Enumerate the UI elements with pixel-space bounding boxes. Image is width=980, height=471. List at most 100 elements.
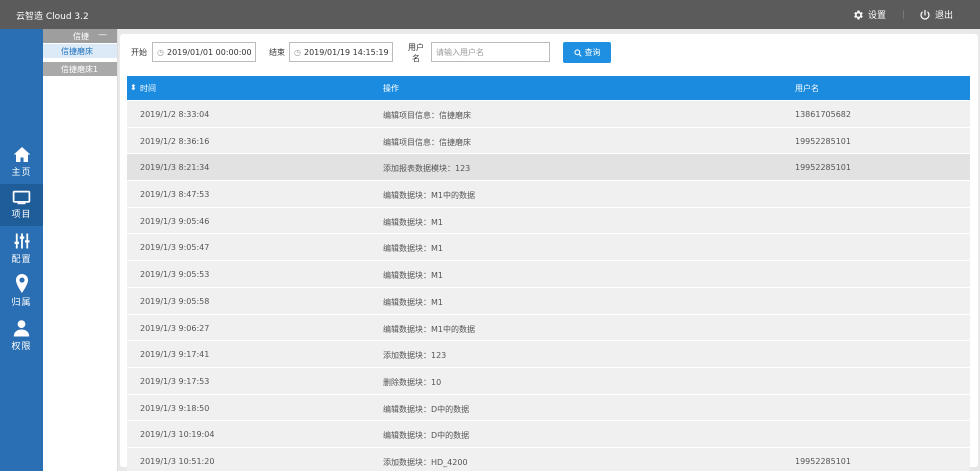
- query-button[interactable]: 查询: [563, 42, 611, 63]
- cell-time: 2019/1/3 10:19:04: [140, 430, 215, 440]
- table-row[interactable]: 2019/1/3 10:51:20 添加数据块：HD_4200 1995228510…: [127, 447, 970, 471]
- cell-op: 编辑数据块：M1中的数据: [383, 191, 475, 201]
- logout-label: 退出: [935, 11, 954, 21]
- table-row[interactable]: 2019/1/2 8:33:04 编辑项目信息：信捷磨床 13861705682: [127, 101, 970, 127]
- cell-time: 2019/1/3 9:18:50: [140, 403, 210, 413]
- cell-op: 编辑数据块：M1: [383, 217, 443, 227]
- nav-item-project[interactable]: 项目: [0, 184, 43, 226]
- cell-op: 编辑项目信息：信捷磨床: [383, 111, 471, 120]
- nav-item-permission[interactable]: 权限: [0, 314, 43, 356]
- cell-time: 2019/1/3 8:21:34: [140, 163, 210, 173]
- cell-op: 编辑数据块：M1: [383, 244, 443, 254]
- nav-label: 归属: [11, 298, 32, 308]
- nav-item-config[interactable]: 配置: [0, 227, 43, 269]
- cell-op: 删除数据块：10: [383, 377, 442, 387]
- submenu-item[interactable]: 信捷磨床: [43, 44, 117, 58]
- search-icon: [573, 48, 582, 57]
- app-title: 云智造 Cloud 3.2: [16, 12, 89, 22]
- start-date-field[interactable]: ◷ 2019/01/01 00:00:00: [152, 42, 256, 62]
- table-body: 2019/1/2 8:33:04 编辑项目信息：信捷磨床 13861705682 20…: [127, 101, 970, 471]
- end-date-value: 2019/01/19 14:15:19: [303, 47, 389, 57]
- cell-op: 编辑数据块：M1: [383, 271, 443, 281]
- header-op[interactable]: 操作: [383, 83, 399, 94]
- table-row[interactable]: 2019/1/3 9:05:58 编辑数据块：M1: [127, 287, 970, 314]
- nav-label: 配置: [11, 254, 32, 265]
- nav-item-belong[interactable]: 归属: [0, 270, 43, 312]
- cell-op: 添加数据块：123: [383, 351, 447, 361]
- submenu-header[interactable]: 信捷 —: [43, 29, 117, 43]
- logout-button[interactable]: 退出: [919, 8, 953, 21]
- cell-time: 2019/1/3 9:05:58: [140, 296, 210, 306]
- main-panel: 开始 ◷ 2019/01/01 00:00:00 结束 ◷ 2019/01/19…: [120, 34, 978, 471]
- table-row[interactable]: 2019/1/3 10:19:04 编辑数据块：D中的数据: [127, 421, 970, 447]
- cell-time: 2019/1/2 8:36:16: [140, 136, 210, 146]
- cell-user: 19952285101: [795, 136, 851, 146]
- top-bar: 云智造 Cloud 3.2 设置 退出: [0, 0, 980, 29]
- username-input[interactable]: [436, 47, 549, 57]
- end-label: 结束: [269, 48, 285, 57]
- sort-icon[interactable]: ⬍: [130, 83, 137, 92]
- collapse-icon[interactable]: —: [98, 30, 107, 40]
- table-row[interactable]: 2019/1/3 8:21:34 添加报表数据模块：123 19952285101: [127, 154, 970, 181]
- table-row[interactable]: 2019/1/3 9:05:53 编辑数据块：M1: [127, 261, 970, 287]
- nav-item-home[interactable]: 主页: [0, 141, 43, 183]
- log-table: ⬍ 时间 操作 用户名 2019/1/2 8:33:04 编辑项目信息：信捷磨床 1…: [127, 76, 970, 471]
- settings-label: 设置: [868, 11, 887, 21]
- sliders-icon: [14, 233, 29, 248]
- submenu-header-label: 信捷: [73, 31, 89, 41]
- cell-time: 2019/1/3 8:47:53: [140, 190, 210, 200]
- nav-label: 权限: [11, 341, 32, 352]
- table-row[interactable]: 2019/1/3 9:06:27 编辑数据块：M1中的数据: [127, 314, 970, 341]
- cell-time: 2019/1/3 9:17:53: [140, 376, 210, 386]
- cell-op: 添加报表数据模块：123: [383, 164, 471, 174]
- cell-time: 2019/1/3 9:17:41: [140, 350, 210, 360]
- cell-time: 2019/1/3 9:06:27: [140, 323, 210, 333]
- monitor-icon: [12, 190, 31, 205]
- nav-label: 主页: [11, 168, 32, 178]
- table-row[interactable]: 2019/1/3 9:17:41 添加数据块：123: [127, 341, 970, 367]
- cell-time: 2019/1/3 9:05:53: [140, 270, 210, 280]
- cell-op: 编辑数据块：D中的数据: [383, 404, 470, 414]
- header-time[interactable]: 时间: [140, 83, 156, 94]
- cell-time: 2019/1/2 8:33:04: [140, 110, 210, 119]
- table-row[interactable]: 2019/1/3 9:17:53 删除数据块：10: [127, 367, 970, 394]
- cell-time: 2019/1/3 9:05:47: [140, 243, 210, 253]
- cell-op: 添加数据块：HD_4200: [383, 457, 468, 467]
- header-user[interactable]: 用户名: [795, 83, 819, 94]
- left-nav: 主页 项目 配置 归属 权限: [0, 29, 43, 471]
- home-icon: [13, 147, 30, 162]
- nav-label: 项目: [11, 210, 32, 220]
- clock-icon: ◷: [294, 47, 301, 57]
- table-row[interactable]: 2019/1/3 9:18:50 编辑数据块：D中的数据: [127, 394, 970, 421]
- table-header: ⬍ 时间 操作 用户名: [127, 76, 970, 100]
- map-pin-icon: [15, 274, 28, 293]
- cell-user: 19952285101: [795, 456, 851, 466]
- cell-op: 编辑数据块：M1中的数据: [383, 324, 475, 334]
- cell-user: 13861705682: [795, 110, 851, 119]
- cell-op: 编辑数据块：D中的数据: [383, 431, 470, 441]
- start-label: 开始: [131, 48, 147, 57]
- query-label: 查询: [584, 48, 601, 57]
- filter-bar: 开始 ◷ 2019/01/01 00:00:00 结束 ◷ 2019/01/19…: [120, 34, 978, 74]
- username-field[interactable]: [431, 42, 550, 62]
- submenu-item[interactable]: 信捷磨床1: [43, 62, 117, 76]
- cell-time: 2019/1/3 9:05:46: [140, 216, 210, 226]
- cell-op: 编辑数据块：M1: [383, 297, 443, 307]
- user-icon: [13, 319, 30, 336]
- gear-icon: [854, 10, 863, 19]
- table-row[interactable]: 2019/1/3 8:47:53 编辑数据块：M1中的数据: [127, 181, 970, 207]
- username-label: 用户: [408, 43, 424, 52]
- divider: [903, 10, 904, 19]
- username-label-2: 名: [412, 54, 420, 63]
- table-row[interactable]: 2019/1/2 8:36:16 编辑项目信息：信捷磨床 19952285101: [127, 127, 970, 154]
- table-row[interactable]: 2019/1/3 9:05:47 编辑数据块：M1: [127, 234, 970, 261]
- table-row[interactable]: 2019/1/3 9:05:46 编辑数据块：M1: [127, 207, 970, 234]
- power-icon: [920, 9, 930, 20]
- end-date-field[interactable]: ◷ 2019/01/19 14:15:19: [289, 42, 393, 62]
- cell-op: 编辑项目信息：信捷磨床: [383, 137, 471, 147]
- cell-user: 19952285101: [795, 163, 851, 173]
- sub-menu: 信捷 — 信捷磨床 信捷磨床1: [43, 29, 118, 471]
- settings-button[interactable]: 设置: [852, 8, 886, 21]
- start-date-value: 2019/01/01 00:00:00: [166, 47, 252, 57]
- clock-icon: ◷: [157, 47, 164, 57]
